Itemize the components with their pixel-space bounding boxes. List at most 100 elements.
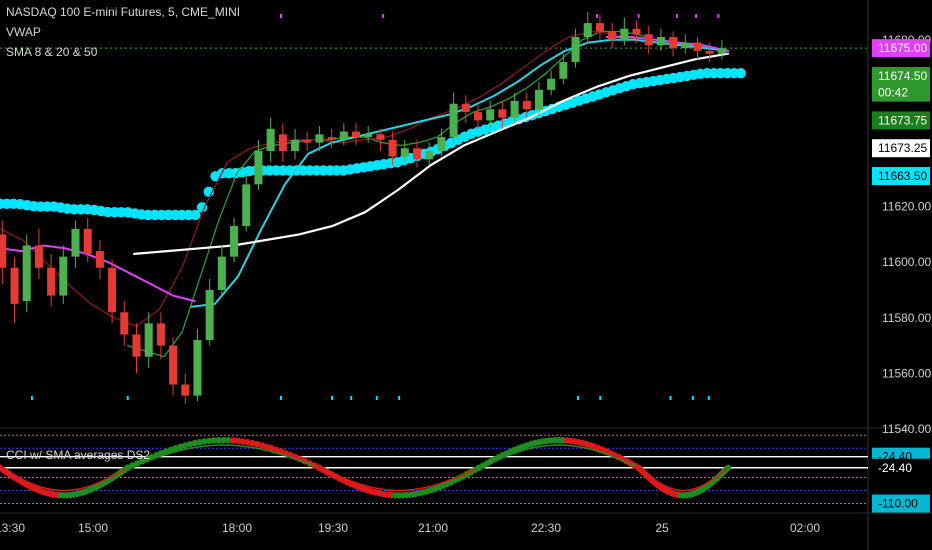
candle-body	[388, 139, 397, 157]
candle-body	[632, 28, 641, 35]
candle-body	[327, 137, 336, 140]
candle-body	[291, 139, 300, 151]
time-tick-label: 15:00	[78, 521, 108, 535]
candle-body	[693, 42, 702, 51]
marker-top	[382, 14, 385, 18]
time-tick-label: 21:00	[418, 521, 448, 535]
candle-body	[498, 109, 507, 118]
vwap-legend[interactable]: VWAP	[6, 25, 41, 39]
marker-bottom	[375, 396, 378, 400]
candle-body	[559, 62, 568, 79]
candle-body	[0, 234, 7, 268]
time-tick-label: 25	[655, 521, 669, 535]
candle-body	[266, 128, 275, 151]
price-tick-label: 11580.00	[882, 311, 931, 325]
price-axis[interactable]: 11680.0011620.0011600.0011580.0011560.00…	[872, 33, 931, 513]
candle-body	[339, 131, 348, 140]
candle-body	[217, 256, 226, 290]
price-label-text: 11674.50	[878, 69, 927, 83]
chart-canvas[interactable]: 11680.0011620.0011600.0011580.0011560.00…	[0, 0, 932, 550]
marker-bottom	[691, 396, 694, 400]
candle-body	[425, 151, 434, 160]
marker-top	[695, 14, 698, 18]
candle-body	[83, 228, 92, 254]
candle-body	[22, 245, 31, 302]
candle-body	[656, 37, 665, 46]
candle-body	[181, 384, 190, 396]
candle-body	[473, 112, 483, 121]
candle-body	[132, 334, 141, 357]
symbol-title[interactable]: NASDAQ 100 E-mini Futures, 5, CME_MINI	[6, 5, 240, 19]
marker-bottom	[30, 396, 33, 400]
candle-body	[144, 323, 153, 357]
candle-body	[59, 256, 68, 296]
vwap-dots	[0, 67, 746, 221]
candle-body	[71, 228, 80, 257]
price-label-text: 11675.00	[878, 41, 927, 55]
candle-body	[681, 42, 690, 49]
candle-body	[669, 37, 678, 49]
candle-body	[193, 340, 202, 396]
cci-legend[interactable]: CCI w/ SMA averages DS2	[6, 448, 150, 462]
cci-pane	[0, 434, 868, 504]
candle-body	[351, 131, 361, 138]
time-tick-label: 13:30	[0, 521, 25, 535]
time-axis[interactable]: 13:30 15:00 18:00 19:30 21:00 22:30 25 02:00	[0, 521, 820, 535]
candle-body	[583, 23, 592, 38]
candle-body	[608, 31, 617, 40]
marker-bottom	[707, 396, 710, 400]
price-tick-label: 11600.00	[882, 255, 931, 269]
candle-body	[315, 134, 324, 143]
candle-body	[400, 148, 409, 157]
marker-bottom	[398, 396, 401, 400]
price-label-text: 00:42	[878, 86, 908, 100]
price-label-text: 11673.75	[878, 113, 927, 127]
candle-body	[571, 37, 580, 63]
sma-legend[interactable]: SMA 8 & 20 & 50	[6, 45, 97, 59]
candle-body	[376, 134, 385, 140]
candle-body	[364, 134, 373, 138]
marker-top	[675, 14, 678, 18]
candle-body	[437, 137, 446, 151]
marker-bottom	[350, 396, 353, 400]
candle-body	[205, 290, 214, 341]
vwap-dot	[735, 67, 746, 79]
candle-body	[717, 48, 726, 54]
price-tick-label: 11560.00	[882, 366, 931, 380]
candle-body	[510, 100, 519, 118]
marker-bottom	[279, 396, 282, 400]
candle-body	[461, 103, 470, 113]
time-tick-label: 19:30	[318, 521, 348, 535]
price-label-text: 11663.50	[878, 169, 927, 183]
candle-body	[169, 345, 178, 385]
candle-body	[230, 226, 239, 257]
candle-body	[10, 267, 19, 304]
candle-body	[303, 139, 312, 143]
candle-body	[156, 323, 165, 346]
candle-body	[34, 245, 43, 268]
marker-bottom	[126, 396, 129, 400]
price-tick-label: 11620.00	[882, 200, 931, 214]
candle-body	[522, 100, 531, 110]
price-label-text: 11673.25	[878, 141, 927, 155]
time-tick-label: 02:00	[790, 521, 820, 535]
marker-top	[637, 14, 640, 18]
candle-body	[412, 148, 422, 160]
marker-bottom	[331, 396, 334, 400]
time-tick-label: 18:00	[222, 521, 252, 535]
marker-top	[279, 14, 282, 18]
candle-body	[47, 267, 56, 296]
time-tick-label: 22:30	[531, 521, 561, 535]
candle-body	[620, 28, 629, 40]
candle-body	[278, 134, 287, 151]
candle-body	[595, 23, 604, 32]
cci-label-text: -24.40	[878, 461, 912, 475]
candle-body	[486, 109, 495, 121]
candle-body	[254, 151, 263, 185]
chart-window: 11680.0011620.0011600.0011580.0011560.00…	[0, 0, 932, 550]
candle-body	[242, 184, 251, 227]
candle-body	[108, 267, 117, 313]
candle-body	[547, 78, 556, 90]
marker-bottom	[576, 396, 579, 400]
candle-body	[534, 89, 543, 110]
